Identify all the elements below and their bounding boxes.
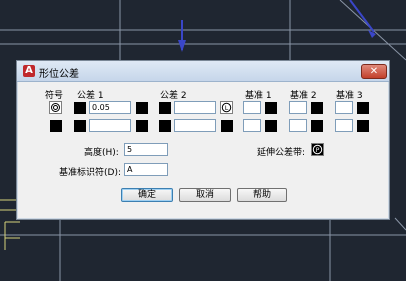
tol1-diameter-toggle-2[interactable] [74,120,86,132]
datum3-material-2[interactable] [357,120,369,132]
svg-text:P: P [316,147,320,154]
datum-identifier-label: 基准标识符(D): [59,168,121,178]
tolerance2-header: 公差 2 [160,91,187,101]
tol1-value-1[interactable]: 0.05 [89,101,131,114]
datum1-material-2[interactable] [265,120,277,132]
datum1-value-2[interactable] [243,119,261,132]
projected-zone-button[interactable]: P [311,143,324,156]
tol1-diameter-toggle-1[interactable] [74,102,86,114]
datum1-value-1[interactable] [243,101,261,114]
tol2-diameter-toggle-1[interactable] [159,102,171,114]
ok-button[interactable]: 确定 [121,188,173,202]
datum3-material-1[interactable] [357,102,369,114]
tol2-value-1[interactable] [174,101,216,114]
datum1-material-1[interactable] [265,102,277,114]
tol1-material-2[interactable] [136,120,148,132]
tolerance1-header: 公差 1 [77,91,104,101]
concentricity-icon [51,103,60,112]
dialog-title: 形位公差 [39,69,79,80]
datum2-value-1[interactable] [289,101,307,114]
datum1-header: 基准 1 [245,91,272,101]
dialog-titlebar[interactable]: A 形位公差 ✕ [17,61,389,82]
symbol-1-button[interactable] [49,101,62,114]
tol2-value-2[interactable] [174,119,216,132]
height-label: 高度(H): [84,148,119,158]
symbol-header: 符号 [45,91,64,101]
tol2-material-1[interactable]: L [220,101,233,114]
datum2-value-2[interactable] [289,119,307,132]
cancel-button[interactable]: 取消 [179,188,231,202]
close-button[interactable]: ✕ [361,64,387,79]
height-input[interactable]: 5 [124,143,168,156]
datum3-value-2[interactable] [335,119,353,132]
autocad-app-icon: A [23,65,35,77]
datum2-material-2[interactable] [311,120,323,132]
tol1-material-1[interactable] [136,102,148,114]
projected-tolerance-zone-icon: P [312,144,323,155]
datum2-material-1[interactable] [311,102,323,114]
datum3-value-1[interactable] [335,101,353,114]
tol2-material-2[interactable] [221,120,233,132]
symbol-2-button[interactable] [50,120,62,132]
datum2-header: 基准 2 [290,91,317,101]
help-button[interactable]: 帮助 [237,188,287,202]
datum-identifier-input[interactable]: A [124,163,168,176]
tol1-value-2[interactable] [89,119,131,132]
lmc-modifier-icon: L [221,102,232,113]
geometric-tolerance-dialog: A 形位公差 ✕ 符号 公差 1 公差 2 基准 1 基准 2 基准 3 0.0… [16,60,390,220]
projected-zone-label: 延伸公差带: [257,148,306,158]
tol2-diameter-toggle-2[interactable] [159,120,171,132]
datum3-header: 基准 3 [336,91,363,101]
